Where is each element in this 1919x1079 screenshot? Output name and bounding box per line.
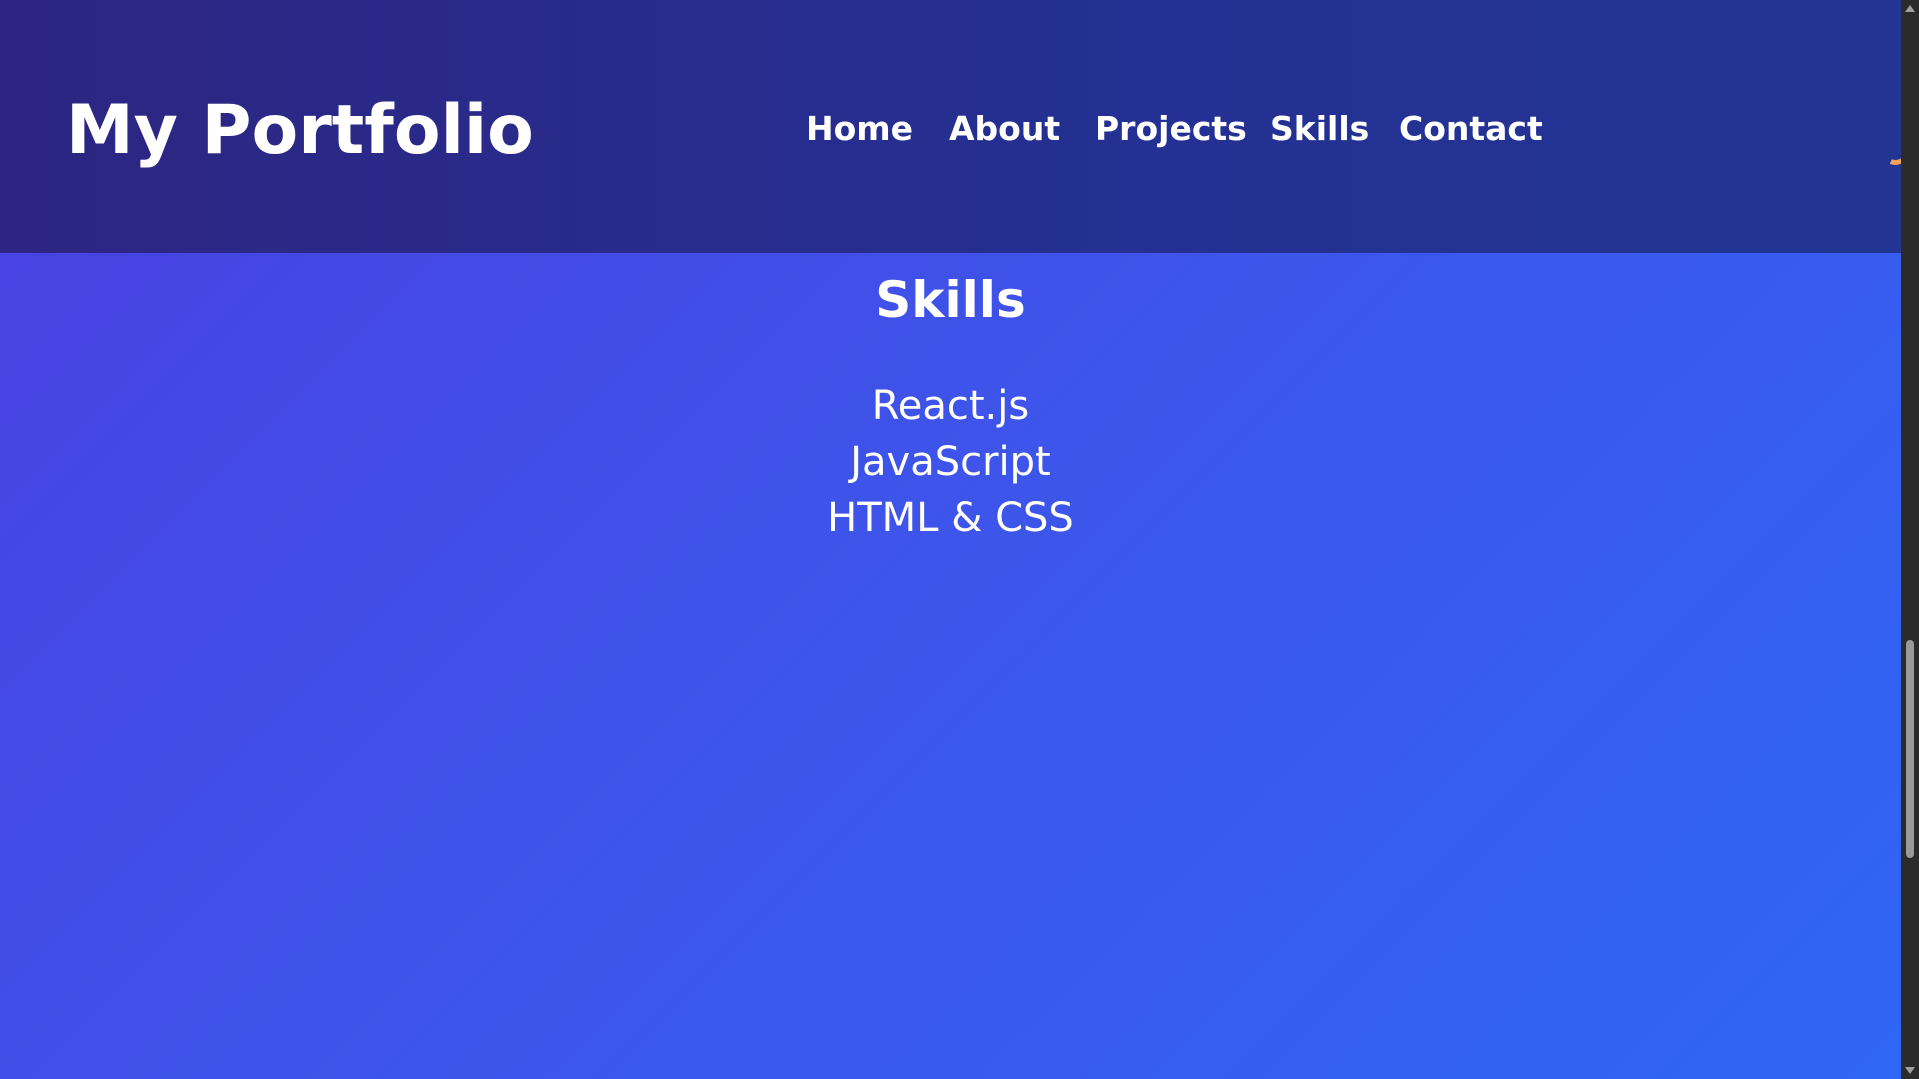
skills-list: React.js JavaScript HTML & CSS: [0, 378, 1901, 546]
scroll-down-arrow-icon[interactable]: [1905, 1067, 1915, 1074]
scrollbar-thumb[interactable]: [1906, 640, 1914, 858]
skill-item: React.js: [871, 383, 1030, 429]
skill-item: JavaScript: [850, 439, 1051, 485]
nav-link-contact[interactable]: Contact: [1399, 105, 1543, 153]
site-header: My Portfolio Home About Projects Skills …: [0, 0, 1901, 253]
nav-link-skills[interactable]: Skills: [1270, 105, 1369, 153]
scroll-up-arrow-icon[interactable]: [1905, 5, 1915, 12]
vertical-scrollbar[interactable]: [1901, 0, 1919, 1079]
page-viewport: My Portfolio Home About Projects Skills …: [0, 0, 1901, 1079]
main-nav: Home About Projects Skills Contact: [0, 105, 1901, 153]
section-title: Skills: [875, 271, 1026, 329]
nav-link-about[interactable]: About: [949, 105, 1060, 153]
nav-link-home[interactable]: Home: [806, 105, 913, 153]
skill-item: HTML & CSS: [827, 495, 1074, 541]
nav-link-projects[interactable]: Projects: [1095, 105, 1247, 153]
